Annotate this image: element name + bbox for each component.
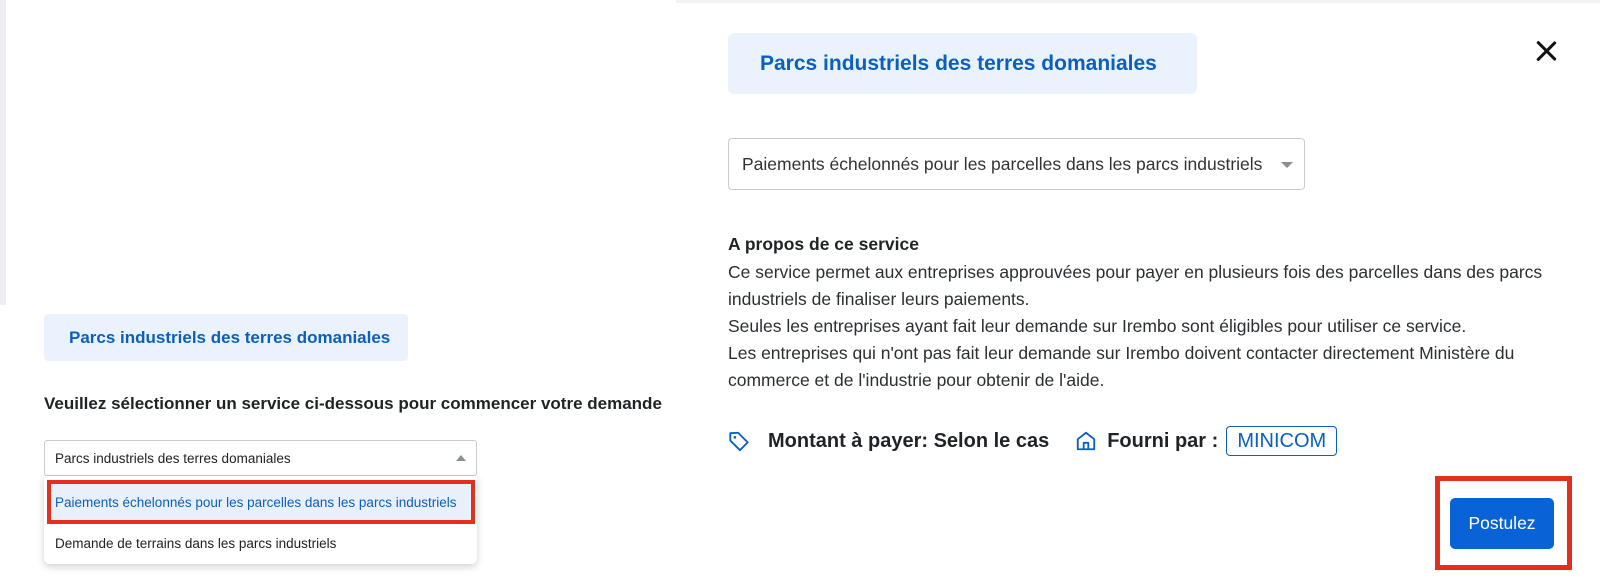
close-icon[interactable] — [1532, 37, 1560, 65]
service-dropdown-list: Paiements échelonnés pour les parcelles … — [44, 476, 477, 564]
about-service-title: A propos de ce service — [728, 234, 919, 254]
chevron-down-icon — [1281, 162, 1293, 168]
amount-to-pay: Montant à payer: Selon le cas — [768, 429, 1050, 452]
service-meta-row: Montant à payer: Selon le cas Fourni par… — [728, 425, 1338, 457]
price-tag-icon — [729, 431, 749, 452]
right-category-tag: Parcs industriels des terres domaniales — [728, 33, 1197, 94]
about-service-text: Ce service permet aux entreprises approu… — [728, 259, 1558, 394]
service-select[interactable]: Paiements échelonnés pour les parcelles … — [728, 138, 1305, 190]
home-icon — [1077, 431, 1096, 451]
dropdown-option-land-request[interactable]: Demande de terrains dans les parcs indus… — [44, 526, 477, 560]
panel-top-strip — [676, 0, 1600, 3]
apply-button[interactable]: Postulez — [1450, 498, 1554, 549]
about-paragraph: Seules les entreprises ayant fait leur d… — [728, 316, 1467, 336]
category-select[interactable]: Parcs industriels des terres domaniales — [44, 440, 477, 476]
service-select-value: Paiements échelonnés pour les parcelles … — [742, 153, 1263, 174]
provider-label: Fourni par : — [1107, 429, 1219, 452]
category-select-value: Parcs industriels des terres domaniales — [55, 450, 291, 466]
left-category-tag: Parcs industriels des terres domaniales — [44, 314, 408, 361]
about-paragraph: Les entreprises qui n'ont pas fait leur … — [728, 343, 1515, 390]
provider-badge: MINICOM — [1226, 426, 1338, 456]
left-panel-edge — [0, 0, 6, 305]
chevron-up-icon — [456, 455, 466, 461]
dropdown-option-installments[interactable]: Paiements échelonnés pour les parcelles … — [47, 480, 475, 524]
service-select-prompt: Veuillez sélectionner un service ci-dess… — [44, 394, 662, 413]
about-paragraph: Ce service permet aux entreprises approu… — [728, 262, 1543, 309]
